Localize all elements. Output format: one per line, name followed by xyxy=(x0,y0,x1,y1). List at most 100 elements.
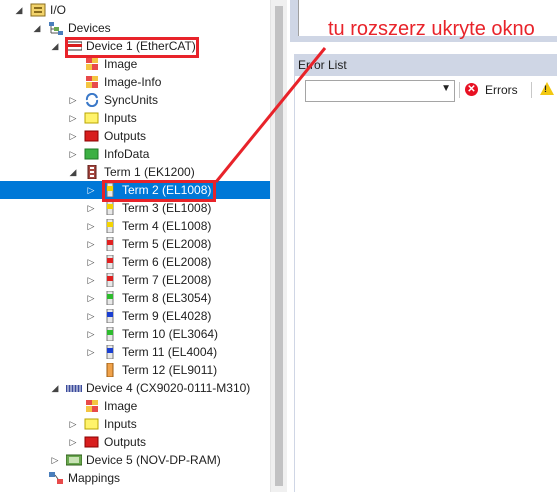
collapse-arrow-icon[interactable]: ◢ xyxy=(68,163,78,181)
term2-highlight-box xyxy=(102,180,216,202)
solution-tree: ◢ I/O ◢ Devices ◢ Device 1 (EtherCAT) Image Ima… xyxy=(0,0,272,492)
right-panel: tu rozszerz ukryte okno Error List ▼ ✕ E… xyxy=(290,0,557,492)
expand-arrow-icon[interactable]: ▷ xyxy=(68,415,78,433)
tree-item-label: InfoData xyxy=(104,147,150,161)
outputs-icon xyxy=(84,129,100,143)
expander-placeholder xyxy=(68,73,78,91)
collapse-arrow-icon[interactable]: ◢ xyxy=(14,1,24,19)
tree-item-label: Term 9 (EL4028) xyxy=(122,309,212,323)
expand-arrow-icon[interactable]: ▷ xyxy=(86,199,96,217)
tree-item-label: Mappings xyxy=(68,471,121,485)
tree-item-label: Term 10 (EL3064) xyxy=(122,327,219,341)
expand-arrow-icon[interactable]: ▷ xyxy=(68,91,78,109)
syncunits-icon xyxy=(84,92,100,108)
tree-item[interactable]: ▷ Term 8 (EL3054) xyxy=(0,289,270,307)
mappings-icon xyxy=(48,471,64,485)
end-terminal-icon xyxy=(102,362,118,378)
tree-item[interactable]: ◢ Device 4 (CX9020-0111-M310) xyxy=(0,379,270,397)
tree-item-label: Outputs xyxy=(104,435,147,449)
tree-item-label: Term 8 (EL3054) xyxy=(122,291,212,305)
tree-item[interactable]: ▷ Device 5 (NOV-DP-RAM) xyxy=(0,451,270,469)
terminal-blue-icon xyxy=(102,308,118,324)
tree-item-label: Devices xyxy=(68,21,111,35)
terminal-green-icon xyxy=(102,326,118,342)
tree-scrollbar-thumb[interactable] xyxy=(275,6,283,486)
expand-arrow-icon[interactable]: ▷ xyxy=(86,253,96,271)
terminal-yellow-icon xyxy=(102,200,118,216)
expand-arrow-icon[interactable]: ▷ xyxy=(86,325,96,343)
tree-item[interactable]: ▷ Term 11 (EL4004) xyxy=(0,343,270,361)
tree-item[interactable]: ▷ Term 4 (EL1008) xyxy=(0,217,270,235)
terminal-green-icon xyxy=(102,290,118,306)
tree-item-label: Image xyxy=(104,399,138,413)
tree-item[interactable]: ▷ Outputs xyxy=(0,127,270,145)
tree-item[interactable]: ▷ Inputs xyxy=(0,109,270,127)
tree-item[interactable]: ▷ Term 7 (EL2008) xyxy=(0,271,270,289)
error-list-header[interactable]: Error List xyxy=(294,54,557,76)
tree-item[interactable]: ◢ Devices xyxy=(0,19,270,37)
tree-item-label: Term 11 (EL4004) xyxy=(122,345,218,359)
tree-item[interactable]: Image-Info xyxy=(0,73,270,91)
tree-item-label: SyncUnits xyxy=(104,93,159,107)
tree-item[interactable]: ▷ SyncUnits xyxy=(0,91,270,109)
image-icon xyxy=(84,57,100,71)
expand-arrow-icon[interactable]: ▷ xyxy=(86,235,96,253)
tree-item[interactable]: ▷ Term 6 (EL2008) xyxy=(0,253,270,271)
tree-scrollbar[interactable] xyxy=(270,0,287,492)
toolbar-separator xyxy=(531,82,532,98)
io-folder-icon xyxy=(30,3,46,17)
expand-arrow-icon[interactable]: ▷ xyxy=(86,307,96,325)
tree-item[interactable]: Mappings xyxy=(0,469,270,487)
expander-placeholder xyxy=(32,469,42,487)
tree-item[interactable]: Image xyxy=(0,397,270,415)
toolbar-separator xyxy=(459,82,460,98)
expand-arrow-icon[interactable]: ▷ xyxy=(86,181,96,199)
tree-item[interactable]: Term 12 (EL9011) xyxy=(0,361,270,379)
tree-item[interactable]: ◢ Term 1 (EK1200) xyxy=(0,163,270,181)
expand-arrow-icon[interactable]: ▷ xyxy=(68,145,78,163)
tree-item-label: Term 6 (EL2008) xyxy=(122,255,212,269)
devices-icon xyxy=(48,21,64,35)
outputs-icon xyxy=(84,435,100,449)
tree-item[interactable]: ▷ Term 10 (EL3064) xyxy=(0,325,270,343)
error-icon: ✕ xyxy=(465,83,478,96)
terminal-blue-icon xyxy=(102,344,118,360)
expand-arrow-icon[interactable]: ▷ xyxy=(68,433,78,451)
tree-item[interactable]: ◢ I/O xyxy=(0,1,270,19)
expand-arrow-icon[interactable]: ▷ xyxy=(86,217,96,235)
warning-icon xyxy=(540,82,554,95)
infodata-icon xyxy=(84,147,100,161)
collapse-arrow-icon[interactable]: ◢ xyxy=(50,37,60,55)
tree-item-label: Image-Info xyxy=(104,75,162,89)
tree-item-label: Device 4 (CX9020-0111-M310) xyxy=(86,381,251,395)
error-scope-dropdown[interactable]: ▼ xyxy=(305,80,455,102)
tree-item[interactable]: ▷ Term 9 (EL4028) xyxy=(0,307,270,325)
tree-item-label: Device 5 (NOV-DP-RAM) xyxy=(86,453,221,467)
terminal-red-icon xyxy=(102,254,118,270)
tree-item-label: Inputs xyxy=(104,417,137,431)
inputs-icon xyxy=(84,417,100,431)
tree-item-label: Term 7 (EL2008) xyxy=(122,273,212,287)
expand-arrow-icon[interactable]: ▷ xyxy=(68,109,78,127)
collapse-arrow-icon[interactable]: ◢ xyxy=(50,379,60,397)
terminal-red-icon xyxy=(102,272,118,288)
tree-item[interactable]: ▷ Inputs xyxy=(0,415,270,433)
tree-item[interactable]: ▷ InfoData xyxy=(0,145,270,163)
expand-arrow-icon[interactable]: ▷ xyxy=(50,451,60,469)
annotation-text: tu rozszerz ukryte okno xyxy=(328,18,535,40)
expand-arrow-icon[interactable]: ▷ xyxy=(86,289,96,307)
image-icon xyxy=(84,399,100,413)
expand-arrow-icon[interactable]: ▷ xyxy=(86,343,96,361)
errors-filter-button[interactable]: ✕ Errors xyxy=(463,80,533,100)
tree-item-label: Term 1 (EK1200) xyxy=(104,165,195,179)
collapse-arrow-icon[interactable]: ◢ xyxy=(32,19,42,37)
inputs-icon xyxy=(84,111,100,125)
tree-item-label: Inputs xyxy=(104,111,137,125)
image-info-icon xyxy=(84,75,100,89)
expand-arrow-icon[interactable]: ▷ xyxy=(86,271,96,289)
tree-item[interactable]: ▷ Term 5 (EL2008) xyxy=(0,235,270,253)
expand-arrow-icon[interactable]: ▷ xyxy=(68,127,78,145)
tree-item[interactable]: ▷ Outputs xyxy=(0,433,270,451)
tree-item-label: I/O xyxy=(50,3,67,17)
dropdown-arrow-icon: ▼ xyxy=(441,83,451,94)
